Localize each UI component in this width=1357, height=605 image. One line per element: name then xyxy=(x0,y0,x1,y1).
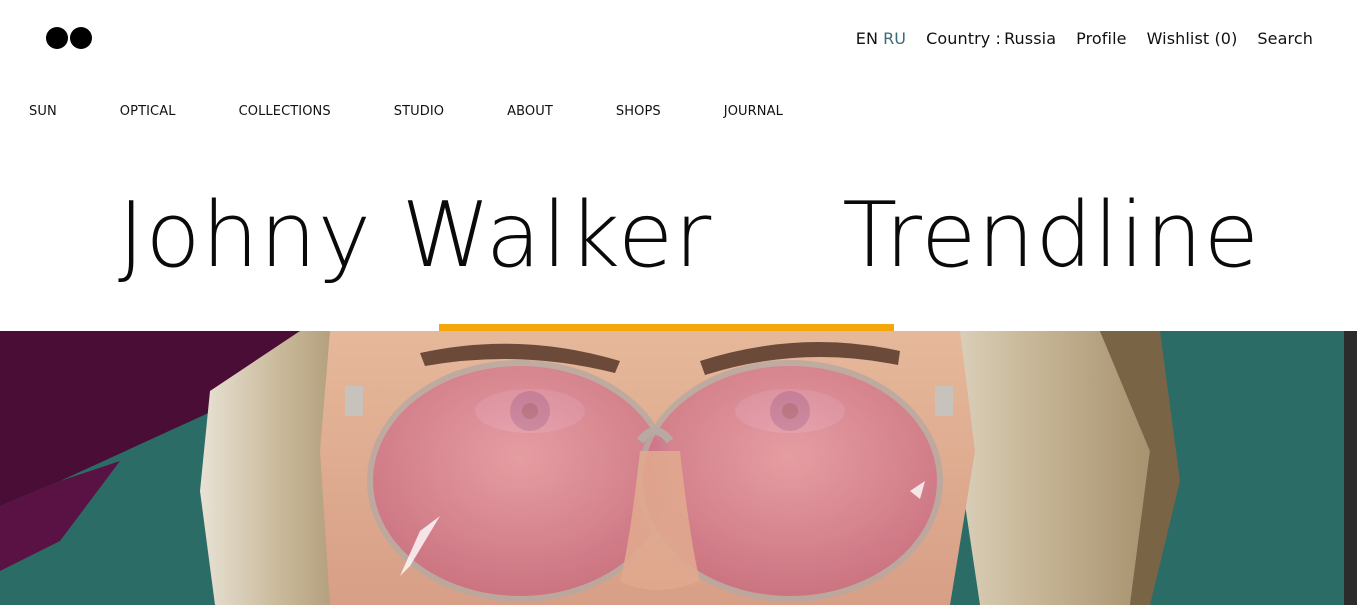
nav-item-sun[interactable]: SUN xyxy=(29,104,57,122)
nav-item-studio[interactable]: STUDIO xyxy=(394,104,444,122)
collection-title-johny-walker[interactable]: Johny Walker xyxy=(118,182,712,292)
active-collection-indicator xyxy=(439,324,894,331)
hero-image[interactable] xyxy=(0,331,1344,605)
sunglasses-portrait-illustration xyxy=(0,331,1344,605)
collection-title-trendline[interactable]: Trendline xyxy=(842,182,1260,292)
language-ru[interactable]: RU xyxy=(883,29,906,48)
logo-dot-right xyxy=(70,27,92,49)
hero-edge xyxy=(1344,331,1357,605)
language-switcher: EN RU xyxy=(856,29,906,48)
nav-item-optical[interactable]: OPTICAL xyxy=(120,104,176,122)
country-value: Russia xyxy=(1004,28,1057,48)
nav-item-journal[interactable]: JOURNAL xyxy=(724,104,783,122)
collection-slider: Johny Walker Trendline xyxy=(118,182,1260,292)
main-nav: SUN OPTICAL COLLECTIONS STUDIO ABOUT SHO… xyxy=(29,104,783,122)
country-label: Country : xyxy=(926,28,1002,48)
wishlist-link[interactable]: Wishlist (0) xyxy=(1147,29,1238,48)
language-en[interactable]: EN xyxy=(856,29,878,48)
search-link[interactable]: Search xyxy=(1257,29,1313,48)
page: EN RU Country : Russia Profile Wishlist … xyxy=(0,0,1357,605)
country-selector[interactable]: Country : Russia xyxy=(926,29,1056,48)
nav-item-shops[interactable]: SHOPS xyxy=(616,104,661,122)
logo-dot-left xyxy=(46,27,68,49)
nav-item-about[interactable]: ABOUT xyxy=(507,104,553,122)
nav-item-collections[interactable]: COLLECTIONS xyxy=(239,104,331,122)
utility-nav: EN RU Country : Russia Profile Wishlist … xyxy=(856,27,1313,49)
profile-link[interactable]: Profile xyxy=(1076,29,1126,48)
logo-icon[interactable] xyxy=(46,27,94,49)
